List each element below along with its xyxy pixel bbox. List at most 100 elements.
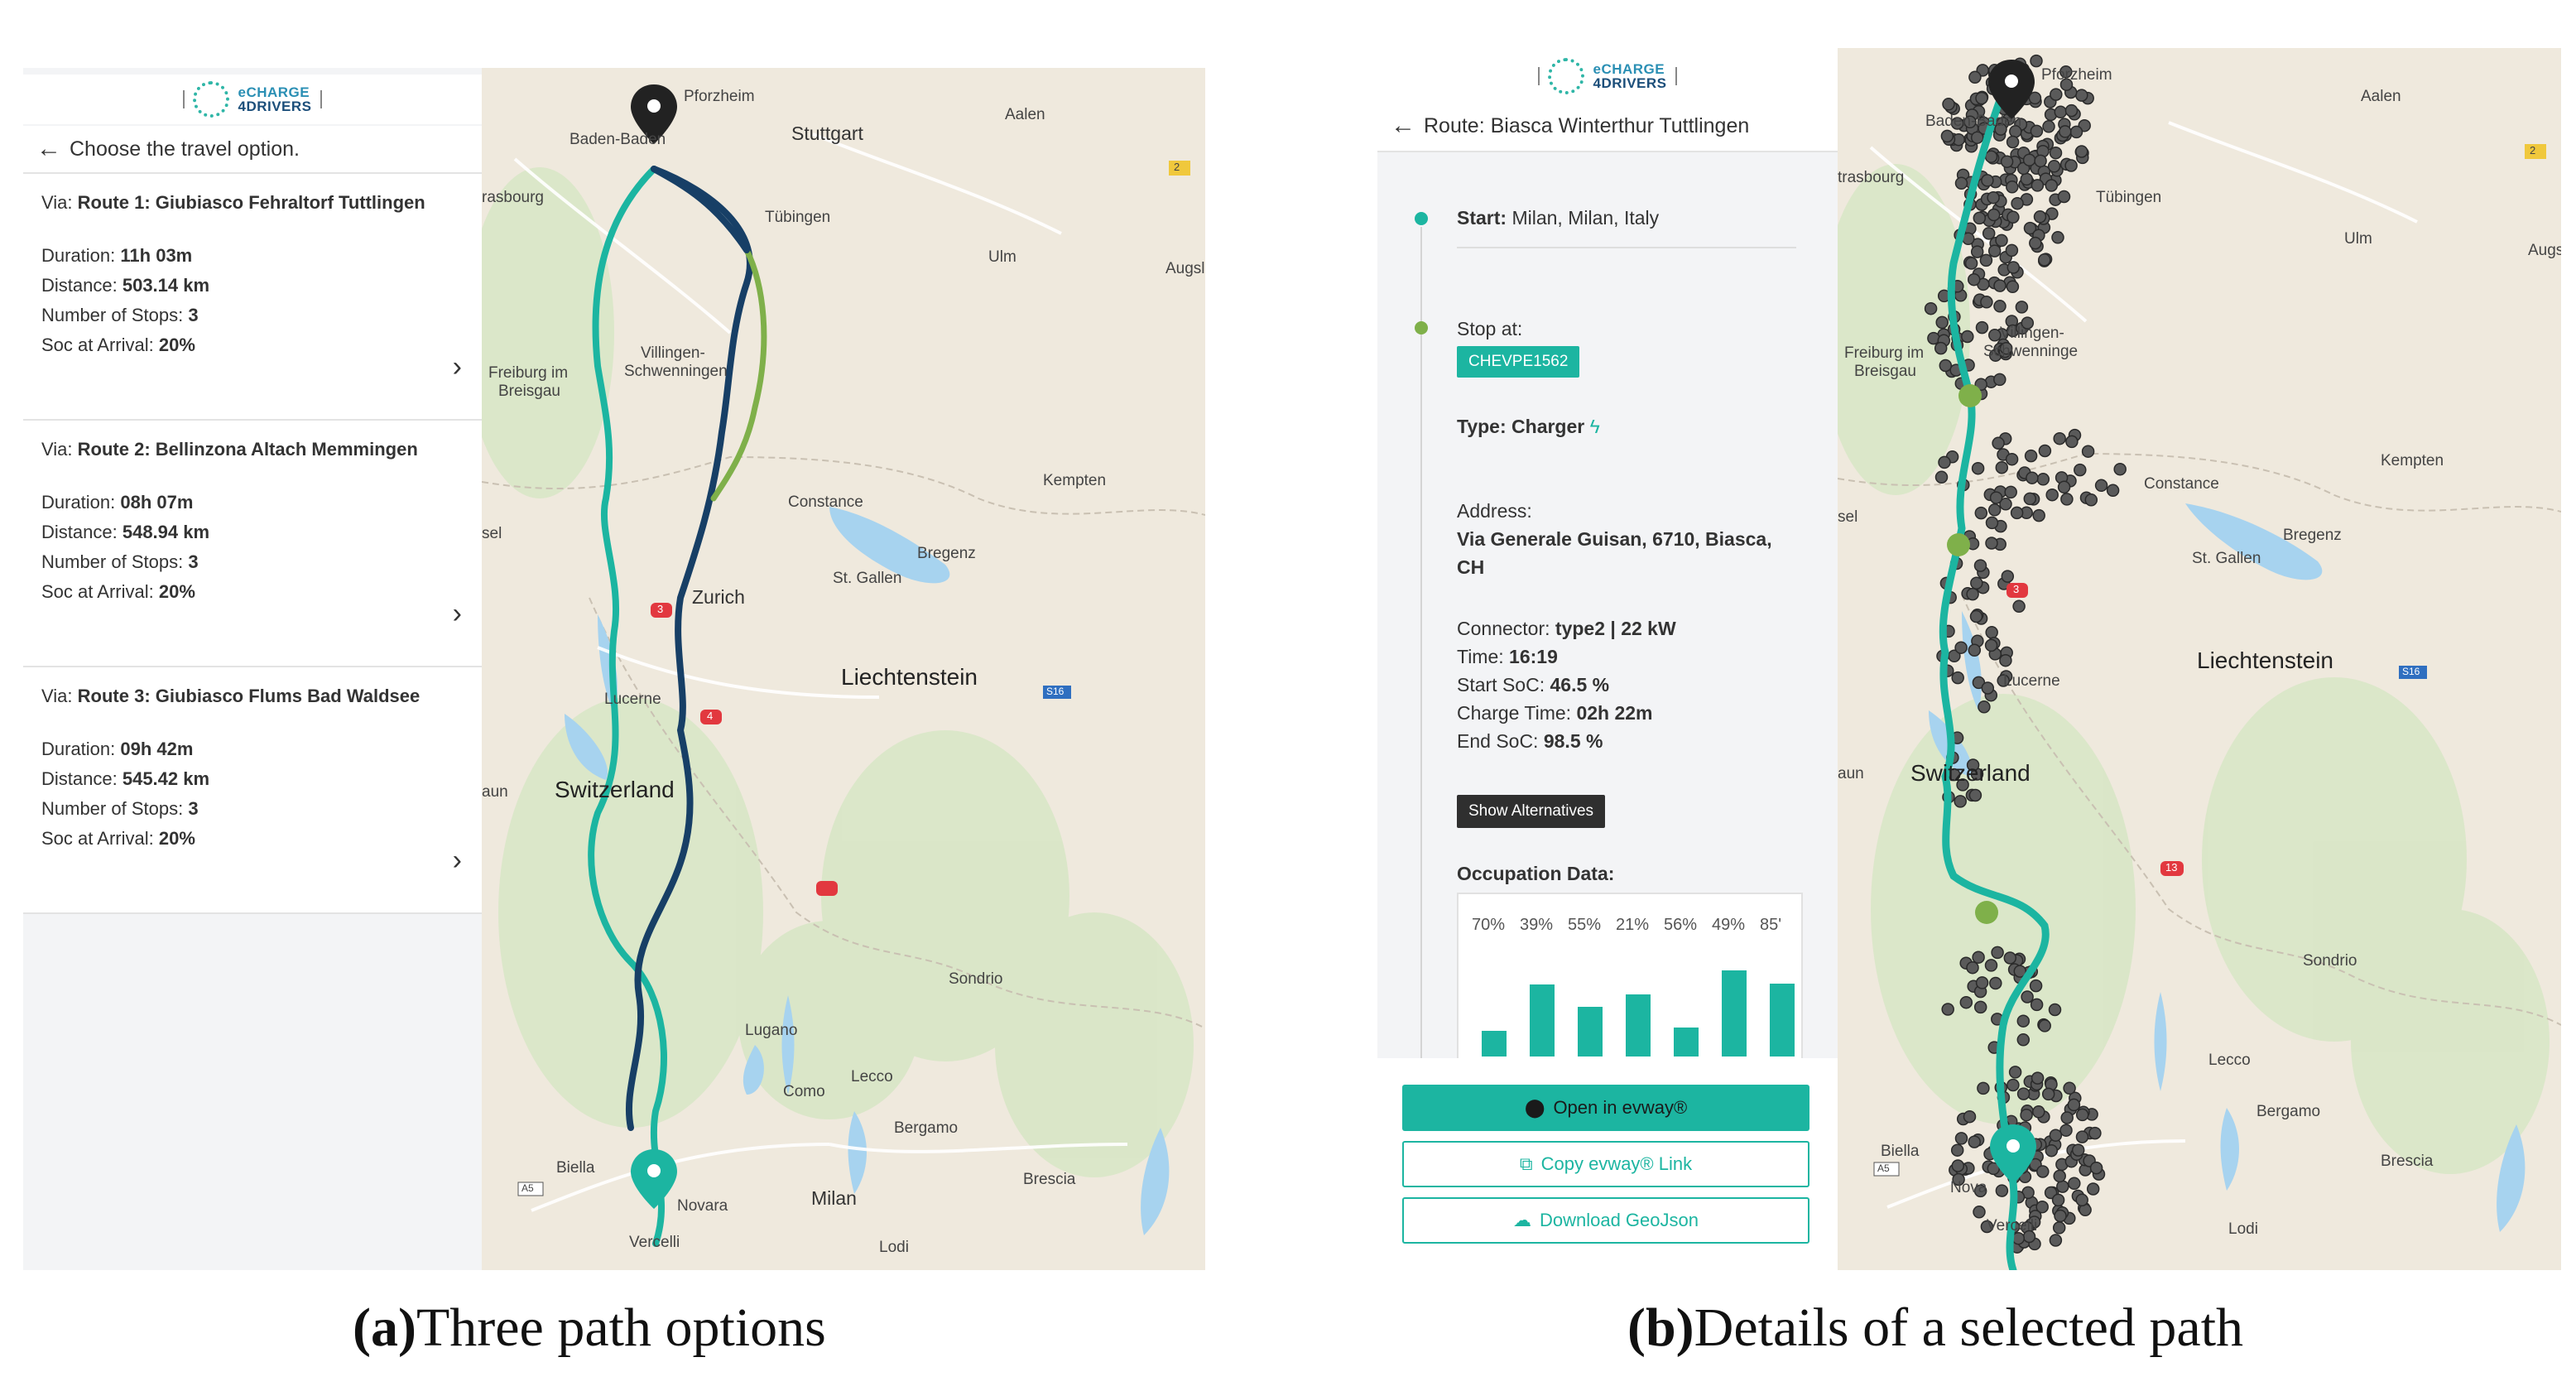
charger-dot[interactable] bbox=[2086, 1182, 2100, 1196]
charger-dot[interactable] bbox=[1977, 1081, 1990, 1095]
charger-dot[interactable] bbox=[1968, 643, 1982, 657]
charger-dot[interactable] bbox=[2020, 1108, 2033, 1122]
charger-dot[interactable] bbox=[2051, 1193, 2065, 1207]
charger-dot[interactable] bbox=[2001, 570, 2015, 583]
charger-dot[interactable] bbox=[1964, 257, 1978, 270]
charger-dot[interactable] bbox=[2054, 105, 2068, 119]
charger-dot[interactable] bbox=[1938, 455, 1951, 469]
charger-dot[interactable] bbox=[1954, 795, 1967, 808]
charger-dot[interactable] bbox=[2089, 1161, 2103, 1175]
charger-dot[interactable] bbox=[2048, 1003, 2062, 1017]
charger-dot[interactable] bbox=[2075, 1130, 2089, 1143]
charger-dot[interactable] bbox=[1973, 211, 1987, 225]
show-alternatives-button[interactable]: Show Alternatives bbox=[1457, 795, 1606, 828]
charger-dot[interactable] bbox=[2069, 125, 2083, 139]
charger-dot[interactable] bbox=[2068, 1177, 2081, 1191]
charger-dot[interactable] bbox=[1995, 233, 2008, 248]
stop-id-chip[interactable]: CHEVPE1562 bbox=[1457, 346, 1580, 378]
charger-dot[interactable] bbox=[1985, 516, 1999, 530]
charging-stop-2[interactable] bbox=[1947, 533, 1970, 556]
charger-dot[interactable] bbox=[2038, 253, 2051, 267]
charger-dot[interactable] bbox=[1975, 320, 1989, 335]
charger-dot[interactable] bbox=[1988, 329, 2002, 342]
charger-dot[interactable] bbox=[2026, 471, 2039, 484]
charger-dot[interactable] bbox=[2036, 473, 2050, 486]
charger-dot[interactable] bbox=[2050, 88, 2063, 101]
charger-dot[interactable] bbox=[2075, 1193, 2088, 1207]
charger-dot[interactable] bbox=[2008, 1066, 2022, 1079]
origin-pin-icon[interactable] bbox=[631, 1149, 677, 1209]
charger-dot[interactable] bbox=[1961, 330, 1974, 344]
charger-dot[interactable] bbox=[1934, 470, 1949, 484]
charger-dot[interactable] bbox=[1979, 253, 1993, 267]
charger-dot[interactable] bbox=[1989, 976, 2002, 990]
charger-dot[interactable] bbox=[1974, 506, 1988, 520]
charger-dot[interactable] bbox=[2065, 435, 2079, 449]
charger-dot[interactable] bbox=[2033, 210, 2047, 224]
charger-dot[interactable] bbox=[2006, 280, 2020, 294]
charger-dot[interactable] bbox=[2051, 231, 2064, 244]
charger-dot[interactable] bbox=[2041, 1087, 2055, 1101]
charger-dot[interactable] bbox=[1924, 301, 1938, 315]
charger-dot[interactable] bbox=[2030, 124, 2044, 138]
charger-dot[interactable] bbox=[2016, 1014, 2031, 1028]
charger-dot[interactable] bbox=[2022, 153, 2036, 166]
charger-dot[interactable] bbox=[2029, 979, 2043, 993]
charger-dot[interactable] bbox=[2063, 1081, 2076, 1095]
charger-dot[interactable] bbox=[1973, 1000, 1987, 1014]
charger-dot[interactable] bbox=[2034, 154, 2047, 168]
charger-dot[interactable] bbox=[2038, 444, 2052, 458]
charger-dot[interactable] bbox=[1993, 279, 2006, 292]
charger-dot[interactable] bbox=[1999, 653, 2012, 667]
charger-dot[interactable] bbox=[2113, 462, 2127, 476]
charger-dot[interactable] bbox=[1985, 537, 1998, 550]
charger-dot[interactable] bbox=[2038, 1019, 2051, 1032]
charger-dot[interactable] bbox=[1968, 1135, 1981, 1148]
charger-dot[interactable] bbox=[1934, 341, 1948, 355]
charger-dot[interactable] bbox=[2011, 196, 2024, 210]
charger-dot[interactable] bbox=[1954, 176, 1968, 190]
charger-dot[interactable] bbox=[2054, 1209, 2067, 1223]
charger-dot[interactable] bbox=[2030, 54, 2043, 68]
charging-stop-3[interactable] bbox=[1975, 901, 1998, 924]
charger-dot[interactable] bbox=[1942, 98, 1955, 111]
route-option-1[interactable]: Via: Route 1: Giubiasco Fehraltorf Tuttl… bbox=[23, 174, 482, 421]
charger-dot[interactable] bbox=[2057, 190, 2071, 204]
charger-dot[interactable] bbox=[1991, 946, 2004, 960]
charger-dot[interactable] bbox=[2032, 1105, 2045, 1119]
open-in-evway-button[interactable]: ⬤ Open in evway® bbox=[1402, 1085, 1809, 1131]
charger-dot[interactable] bbox=[2060, 493, 2074, 506]
charger-dot[interactable] bbox=[2059, 1124, 2073, 1137]
charger-dot[interactable] bbox=[2006, 210, 2020, 224]
charger-dot[interactable] bbox=[2081, 445, 2095, 458]
charging-stop-1[interactable] bbox=[1958, 384, 1982, 407]
charger-dot[interactable] bbox=[1987, 208, 2001, 222]
charger-dot[interactable] bbox=[1981, 681, 1995, 695]
charger-dot[interactable] bbox=[1984, 150, 1998, 163]
charger-dot[interactable] bbox=[2052, 1221, 2066, 1235]
charger-dot[interactable] bbox=[2005, 243, 2019, 258]
charger-dot[interactable] bbox=[2006, 135, 2020, 149]
charger-dot[interactable] bbox=[2084, 493, 2098, 507]
charger-dot[interactable] bbox=[1975, 91, 1988, 105]
charger-dot[interactable] bbox=[2075, 1108, 2089, 1122]
charger-dot[interactable] bbox=[1973, 559, 1987, 572]
route-map-a[interactable]: Pforzheim Stuttgart Aalen Baden-Baden ra… bbox=[482, 68, 1205, 1270]
charger-dot[interactable] bbox=[1967, 272, 1981, 286]
charger-dot[interactable] bbox=[2053, 431, 2066, 445]
charger-dot[interactable] bbox=[1940, 129, 1954, 143]
charger-dot[interactable] bbox=[1941, 1003, 1954, 1016]
charger-dot[interactable] bbox=[2016, 1033, 2031, 1047]
charger-dot[interactable] bbox=[2006, 180, 2019, 194]
charger-dot[interactable] bbox=[1966, 587, 1979, 601]
route-detail-scroll[interactable]: Start: Milan, Milan, Italy Stop at: CHEV… bbox=[1377, 151, 1838, 1058]
charger-dot[interactable] bbox=[1995, 1184, 2009, 1197]
charger-dot[interactable] bbox=[1978, 700, 1991, 714]
charger-dot[interactable] bbox=[2045, 1143, 2059, 1158]
charger-dot[interactable] bbox=[2106, 484, 2120, 498]
route-option-3[interactable]: Via: Route 3: Giubiasco Flums Bad Waldse… bbox=[23, 667, 482, 914]
arrow-left-icon[interactable]: ← bbox=[1382, 112, 1424, 140]
charger-dot[interactable] bbox=[1951, 1159, 1965, 1172]
charger-dot[interactable] bbox=[2088, 1126, 2102, 1140]
charger-dot[interactable] bbox=[1987, 244, 2002, 258]
